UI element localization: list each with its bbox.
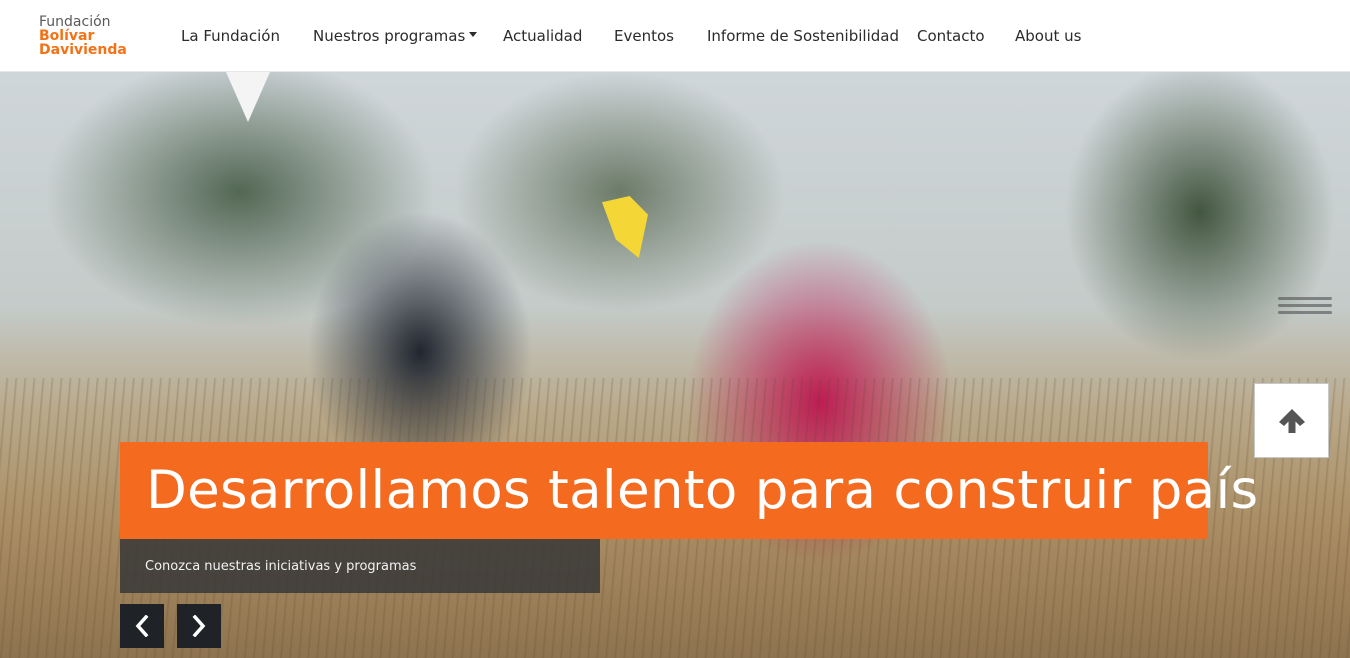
arrow-up-icon: [1278, 408, 1305, 433]
hamburger-menu-icon[interactable]: [1278, 297, 1332, 318]
nav-item-actualidad[interactable]: Actualidad: [503, 27, 582, 45]
logo-line-1: Fundación: [39, 14, 111, 30]
scroll-to-top-button[interactable]: [1254, 383, 1329, 458]
hero-subtitle: Conozca nuestras iniciativas y programas: [145, 558, 417, 574]
carousel-prev-button[interactable]: [120, 604, 164, 648]
hero-carousel: Desarrollamos talento para construir paí…: [0, 72, 1350, 658]
nav-item-nuestros-programas[interactable]: Nuestros programas: [313, 27, 478, 45]
site-header: Fundación Bolívar Davivienda La Fundació…: [0, 0, 1350, 72]
nav-item-label: Nuestros programas: [313, 27, 466, 45]
chevron-right-icon: [192, 615, 206, 637]
nav-item-about-us[interactable]: About us: [1015, 27, 1081, 45]
nav-item-contacto[interactable]: Contacto: [917, 27, 985, 45]
carousel-next-button[interactable]: [177, 604, 221, 648]
nav-item-la-fundacion[interactable]: La Fundación: [181, 27, 280, 45]
nav-item-eventos[interactable]: Eventos: [614, 27, 674, 45]
dropdown-caret-icon: [469, 32, 478, 37]
hero-headline-banner: Desarrollamos talento para construir paí…: [120, 442, 1258, 539]
paper-plane-white: [226, 72, 270, 122]
nav-item-informe-sostenibilidad[interactable]: Informe de Sostenibilidad: [707, 27, 899, 45]
logo-line-3: Davivienda: [39, 42, 127, 58]
paper-plane-yellow: [602, 196, 648, 258]
logo-line-2: Bolívar: [39, 28, 95, 44]
hero-subtitle-box[interactable]: Conozca nuestras iniciativas y programas: [120, 539, 600, 593]
hero-headline: Desarrollamos talento para construir paí…: [146, 460, 1259, 521]
site-logo[interactable]: Fundación Bolívar Davivienda: [39, 15, 127, 57]
chevron-left-icon: [135, 615, 149, 637]
